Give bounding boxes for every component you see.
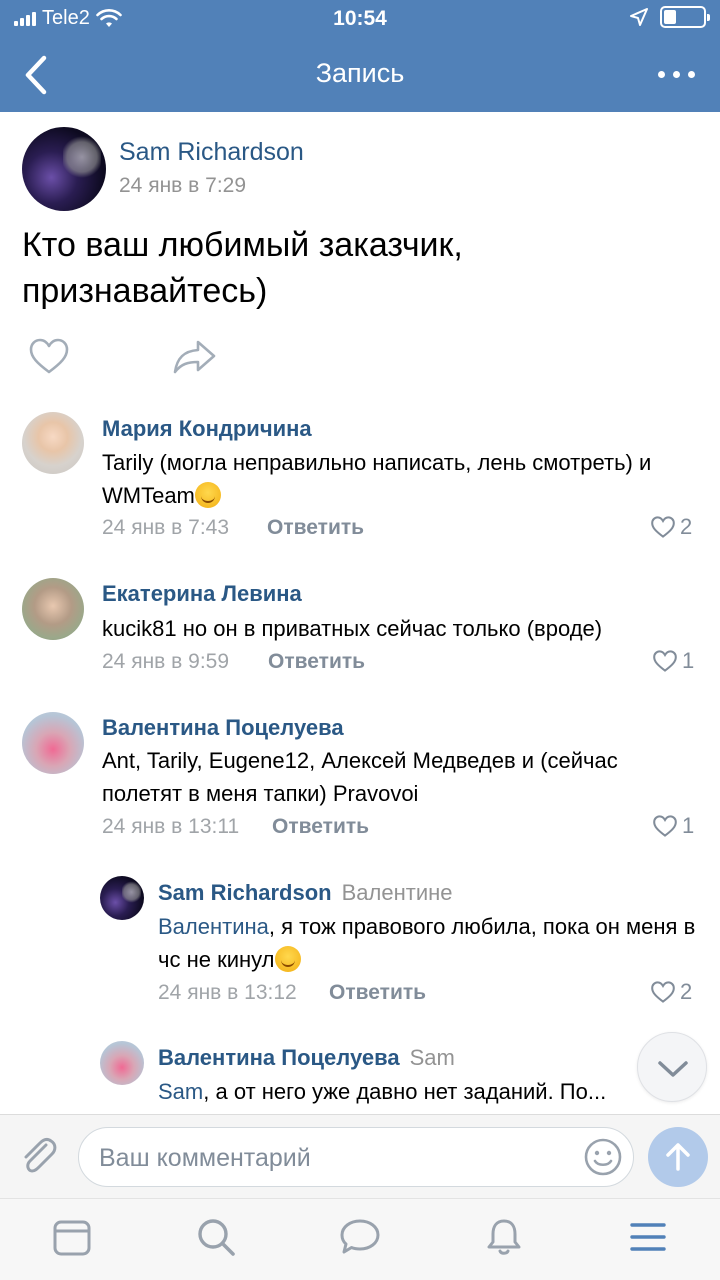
like-count: 1	[682, 648, 695, 673]
post-date: 24 янв в 7:29	[119, 174, 247, 197]
like-icon[interactable]	[28, 336, 70, 378]
comment-like-button[interactable]: 1	[652, 648, 694, 674]
reply-text: Sam, а от него уже давно нет заданий. По…	[158, 1075, 698, 1114]
reply-button[interactable]: Ответить	[268, 650, 365, 674]
header-bar: Tele2 10:54 Запись	[0, 0, 720, 112]
like-count: 2	[680, 514, 693, 539]
status-right	[630, 6, 710, 28]
like-count: 1	[682, 813, 695, 838]
tab-news-icon[interactable]	[50, 1215, 94, 1259]
mention-link[interactable]: Валентина	[158, 914, 269, 939]
reply-author-name: Sam Richardson	[158, 880, 332, 905]
heart-icon	[653, 650, 677, 672]
reply-recipient[interactable]: Sam	[410, 1045, 455, 1070]
heart-icon	[651, 516, 675, 538]
comment-input[interactable]: Ваш комментарий	[78, 1127, 634, 1187]
reply-author[interactable]: Sam Richardson Валентине	[158, 880, 453, 906]
page-title: Запись	[315, 58, 405, 88]
emoji-picker-icon[interactable]	[583, 1137, 623, 1177]
status-bar: Tele2 10:54	[0, 0, 720, 38]
reply-recipient[interactable]: Валентине	[342, 880, 453, 905]
chevron-down-icon	[658, 1061, 688, 1077]
post-author-avatar[interactable]	[22, 127, 106, 211]
comment-date: 24 янв в 13:11	[102, 815, 240, 838]
comment-author[interactable]: Валентина Поцелуева	[102, 715, 344, 741]
send-button[interactable]	[648, 1127, 708, 1187]
scroll-down-button[interactable]	[637, 1032, 707, 1102]
reply-button[interactable]: Ответить	[329, 981, 426, 1005]
reply-date: 24 янв в 13:12	[158, 981, 297, 1004]
comment-placeholder: Ваш комментарий	[99, 1144, 311, 1172]
comment-avatar[interactable]	[22, 412, 84, 474]
comment-date: 24 янв в 7:43	[102, 516, 230, 539]
comment-text: Ant, Tarily, Eugene12, Алексей Медведев …	[102, 748, 618, 806]
reply-author-name: Валентина Поцелуева	[158, 1045, 400, 1070]
comment-composer: Ваш комментарий	[0, 1114, 720, 1198]
comment-text-body: Tarily (могла неправильно написать, лень…	[102, 450, 652, 508]
status-time: 10:54	[333, 7, 387, 30]
location-icon	[630, 8, 648, 26]
heart-icon	[653, 815, 677, 837]
reply-button[interactable]: Ответить	[267, 516, 364, 540]
post-author-name[interactable]: Sam Richardson	[119, 138, 304, 167]
reply-avatar[interactable]	[100, 1041, 144, 1085]
tab-search-icon[interactable]	[194, 1215, 238, 1259]
nav-bar: Запись	[0, 38, 720, 112]
mention-link[interactable]: Sam	[158, 1079, 203, 1104]
battery-icon	[660, 6, 710, 28]
comment-text: Tarily (могла неправильно написать, лень…	[102, 446, 662, 512]
reply-text: Валентина, я тож правового любила, пока …	[158, 910, 698, 976]
heart-icon	[651, 981, 675, 1003]
comment-avatar[interactable]	[22, 712, 84, 774]
reply-text-body: , а от него уже давно нет заданий. По...	[203, 1079, 607, 1104]
reply-author[interactable]: Валентина Поцелуева Sam	[158, 1045, 455, 1071]
attach-icon[interactable]	[16, 1133, 62, 1179]
comment-text: kucik81 но он в приватных сейчас только …	[102, 616, 603, 641]
reply-like-button[interactable]: 2	[650, 979, 692, 1005]
comment-date: 24 янв в 9:59	[102, 650, 230, 673]
arrow-up-icon	[666, 1143, 690, 1171]
share-icon[interactable]	[172, 336, 218, 378]
comment-like-button[interactable]: 1	[652, 813, 694, 839]
tab-notifications-icon[interactable]	[482, 1215, 526, 1259]
more-options-button[interactable]	[652, 62, 700, 86]
reply-button[interactable]: Ответить	[272, 815, 369, 839]
comment-author[interactable]: Екатерина Левина	[102, 581, 302, 607]
comment-avatar[interactable]	[22, 578, 84, 640]
tab-bar	[0, 1198, 720, 1280]
grin-emoji-icon	[274, 946, 301, 972]
smile-emoji-icon	[194, 482, 221, 508]
tab-messages-icon[interactable]	[338, 1215, 382, 1259]
reply-avatar[interactable]	[100, 876, 144, 920]
like-count: 2	[680, 979, 693, 1004]
post-text: Кто ваш любимый заказчик, признавайтесь)	[22, 226, 463, 310]
comment-like-button[interactable]: 2	[650, 514, 692, 540]
tab-menu-icon[interactable]	[626, 1215, 670, 1259]
comment-author[interactable]: Мария Кондричина	[102, 416, 312, 442]
